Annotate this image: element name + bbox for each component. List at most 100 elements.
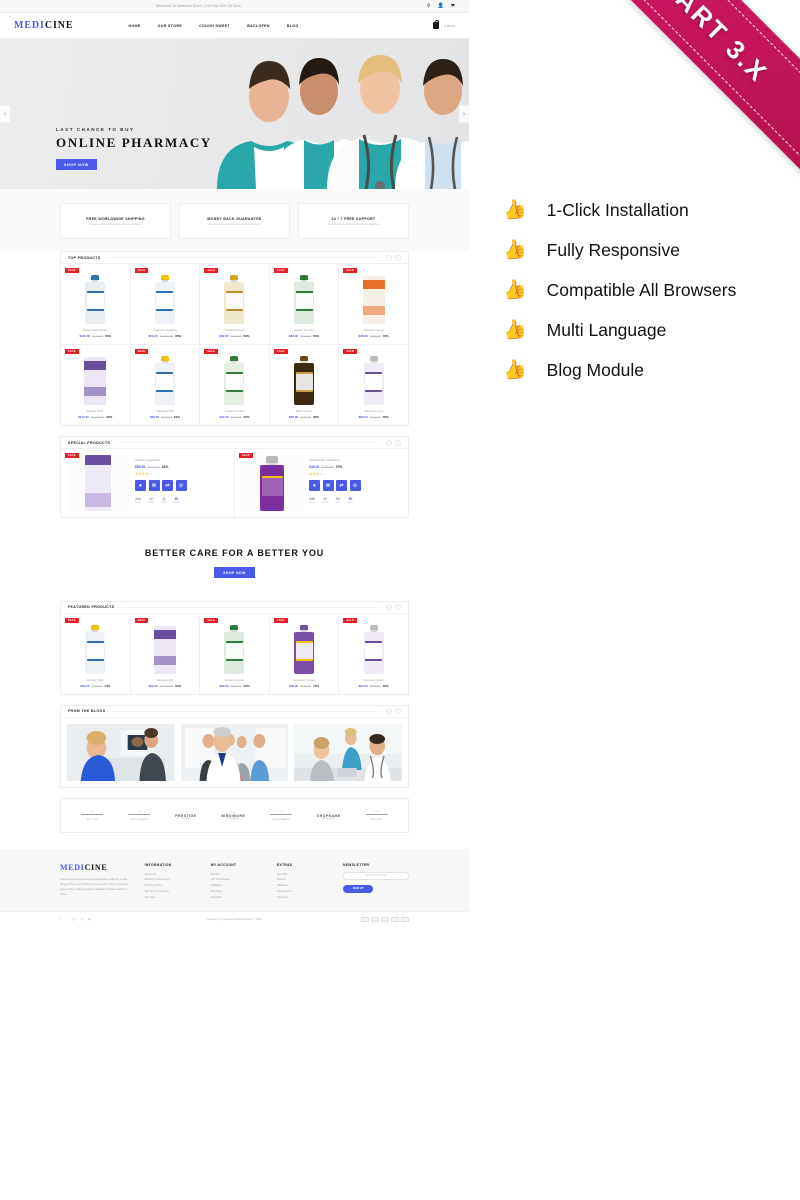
- newsletter-signup-button[interactable]: SIGN UP: [343, 884, 373, 893]
- footer-link[interactable]: Site Map: [145, 895, 197, 901]
- price-discount: 70%: [335, 465, 343, 469]
- brand-logo[interactable]: ✧✧✧ BIRDIMORE COMPANY: [221, 811, 245, 820]
- product-name[interactable]: Daclax Price: [65, 678, 126, 682]
- nav-item-home[interactable]: HOME: [128, 24, 140, 28]
- price-old: $122.00: [300, 415, 312, 419]
- product-name[interactable]: Nervous Impact: [343, 678, 404, 682]
- cart-icon[interactable]: ⛃: [322, 480, 334, 491]
- product-image: [135, 619, 196, 674]
- newsletter-email-input[interactable]: Enter your e-mail: [343, 871, 409, 880]
- product-card[interactable]: SALE Daclax Price $68.00 $122.00 44%: [61, 613, 131, 694]
- search-icon[interactable]: ⚲: [427, 3, 431, 9]
- carousel-prev[interactable]: ‹: [386, 254, 392, 261]
- blog-card[interactable]: [180, 723, 289, 781]
- product-row: SALE Paracetamol Direct $110.00 $122.00 50% S…: [61, 264, 408, 344]
- special-product-card[interactable]: SALE Consectetur Adipiscing $38.00 $122.00 7…: [234, 449, 408, 517]
- service-banner-support[interactable]: 24 * 7 FREE SUPPORT at vero eos et accus…: [298, 203, 409, 239]
- product-card[interactable]: SALE Nervous Impact $80.00 $123.00 35%: [339, 614, 408, 694]
- brand-logo[interactable]: ✶ PRESTIGE VINTAGE: [175, 811, 196, 820]
- product-image: [65, 350, 126, 405]
- product-card[interactable]: SALE Canopah Pill $46.00 $122.00 64%: [131, 345, 201, 425]
- product-name[interactable]: Canopah Pill: [135, 409, 196, 413]
- product-name[interactable]: Daclax Price: [65, 409, 126, 413]
- product-card[interactable]: SALE Zomax Forever $62.00 $122.00 50%: [270, 264, 340, 344]
- carousel-next[interactable]: ›: [395, 604, 401, 610]
- product-name[interactable]: Canopah Pill: [135, 678, 196, 682]
- brand-logo[interactable]: ✧✧✧ PHOTOGRAPHY: [128, 810, 151, 821]
- product-name[interactable]: Afier Forever: [274, 409, 335, 413]
- product-name[interactable]: Propecia Medicine: [135, 328, 196, 332]
- brand-logo[interactable]: ✧ SHOPNAME ESTD 2016: [317, 811, 341, 820]
- heart-icon[interactable]: ♥: [309, 480, 320, 491]
- sale-badge: SALE: [134, 349, 149, 354]
- brand-subtitle: PHOTOGRAPHY: [129, 818, 149, 821]
- divider: [108, 257, 378, 258]
- carousel-next[interactable]: ›: [395, 708, 401, 714]
- carousel-arrows: ‹ ›: [386, 604, 401, 610]
- heart-icon[interactable]: ♥: [135, 480, 146, 491]
- product-name[interactable]: Nonium Digestech: [135, 458, 228, 462]
- cart-icon[interactable]: ⛃: [148, 480, 160, 491]
- cta-shop-now-button[interactable]: SHOP NOW: [214, 567, 255, 578]
- sale-badge: SALE: [343, 349, 358, 354]
- product-card[interactable]: SALE Daclax Price $110.00 $1,200.00 90%: [61, 345, 131, 425]
- nav-item-cough-sweet[interactable]: COUGH SWEET: [199, 24, 230, 28]
- nav-item-baclofen[interactable]: BACLOFEN: [247, 24, 270, 28]
- brand-logo[interactable]: ✧✧✧ EST 1985: [81, 810, 104, 821]
- carousel-next[interactable]: ›: [395, 439, 401, 446]
- compare-icon[interactable]: ⇄: [336, 480, 347, 491]
- product-card[interactable]: SALE Fosamin Forte $59.40 $122.00 52%: [200, 345, 270, 425]
- product-card[interactable]: SALE Osteonum Impact $48.00 $169.00 70%: [270, 613, 340, 694]
- cart-button[interactable]: 0 items: [433, 20, 455, 29]
- hero-next-arrow[interactable]: ›: [459, 105, 469, 123]
- blog-card[interactable]: [294, 723, 403, 781]
- service-banner-money-back[interactable]: MONEY BACK GUARANTEE at vero eos et accu…: [179, 203, 290, 239]
- compare-icon[interactable]: ⇄: [162, 480, 173, 491]
- nav-item-blog[interactable]: BLOG: [287, 24, 299, 28]
- product-card[interactable]: SALE Nervous Impact $48.00 $169.00 72%: [339, 264, 408, 344]
- product-card[interactable]: SALE Zomax Forever $62.00 $122.00 50%: [200, 613, 270, 694]
- footer-logo[interactable]: MEDICINE: [60, 863, 131, 872]
- site-logo[interactable]: MEDICINE: [14, 20, 73, 31]
- carousel-prev[interactable]: ‹: [386, 604, 392, 610]
- product-card[interactable]: SALE Paracetamol Direct $110.00 $122.00 50%: [61, 264, 131, 344]
- carousel-next[interactable]: ›: [395, 254, 401, 261]
- brand-logo[interactable]: ✧✧✧ PHOTOGRAPHY: [270, 810, 293, 821]
- product-name[interactable]: Zomax Forever: [274, 328, 335, 332]
- carousel-prev[interactable]: ‹: [386, 708, 392, 714]
- product-name[interactable]: Osteonum Line: [343, 409, 404, 413]
- sale-badge: SALE: [65, 617, 79, 623]
- product-card[interactable]: SALE Tinidazol Direct $62.00 $122.00 50%: [200, 264, 270, 344]
- brand-logo[interactable]: ✧✧✧ EST 1985: [365, 810, 388, 821]
- hero-slider[interactable]: LAST CHANCE TO BUY ONLINE PHARMACY SHOP …: [0, 39, 469, 189]
- price-discount: 44%: [104, 683, 111, 688]
- quickview-icon[interactable]: ⚙: [349, 480, 361, 491]
- product-card[interactable]: SALE Propecia Medicine $59.40 $1,200.00 95%: [131, 264, 201, 344]
- service-banner-shipping[interactable]: FREE WORLDWIDE SHIPPING at vero eos et a…: [60, 203, 171, 239]
- product-name[interactable]: Zomax Forever: [204, 678, 265, 682]
- product-name[interactable]: Nervous Impact: [343, 328, 404, 332]
- product-image: [274, 269, 335, 324]
- user-icon[interactable]: 👤: [438, 3, 444, 9]
- footer-link[interactable]: Site Map: [277, 895, 329, 901]
- product-card[interactable]: SALE Canopah Pill $59.40 $1,200.00 94%: [131, 613, 201, 694]
- hero-shop-now-button[interactable]: SHOP NOW: [56, 159, 97, 170]
- product-name[interactable]: Paracetamol Direct: [65, 328, 126, 332]
- special-product-card[interactable]: SALE Nonium Digestech $59.60 $122.00 52% ★★★★…: [61, 449, 234, 517]
- nav-item-our-store[interactable]: OUR STORE: [158, 24, 182, 28]
- sale-badge: SALE: [343, 268, 358, 273]
- product-card[interactable]: SALE Afier Forever $80.00 $122.00 35%: [270, 345, 340, 425]
- product-name[interactable]: Osteonum Impact: [274, 678, 335, 682]
- product-name[interactable]: Tinidazol Direct: [204, 328, 265, 332]
- footer-link[interactable]: Specials: [211, 895, 263, 901]
- heart-icon[interactable]: ❤: [451, 3, 455, 9]
- hero-prev-arrow[interactable]: ‹: [0, 105, 10, 123]
- carousel-prev[interactable]: ‹: [386, 439, 392, 446]
- quickview-icon[interactable]: ⚙: [175, 480, 187, 491]
- price-old: $123.00: [369, 415, 381, 419]
- product-name[interactable]: Consectetur Adipiscing: [309, 458, 402, 462]
- product-card[interactable]: SALE Osteonum Line $80.00 $123.00 35%: [339, 345, 408, 425]
- blog-card[interactable]: [67, 723, 175, 781]
- brand-ornament: ✧✧✧: [90, 810, 95, 813]
- product-name[interactable]: Fosamin Forte: [204, 409, 265, 413]
